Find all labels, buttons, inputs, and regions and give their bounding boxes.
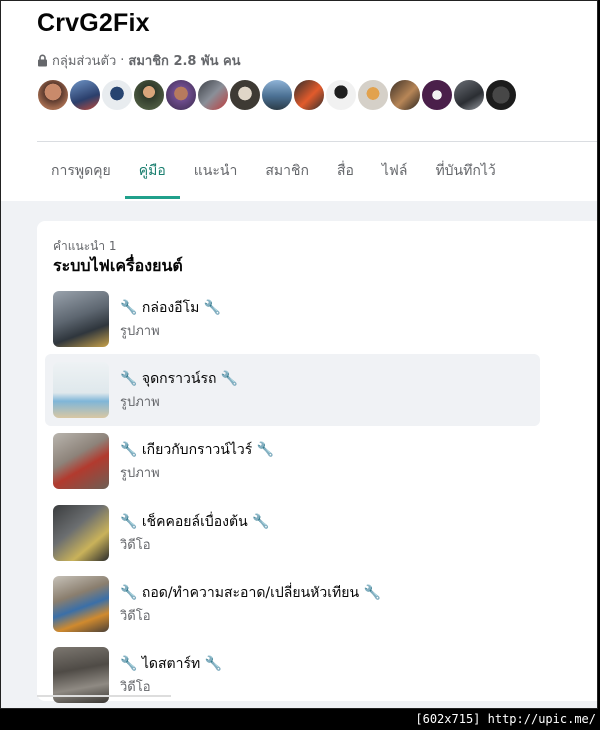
- group-meta: กลุ่มส่วนตัว · สมาชิก 2.8 พัน คน: [37, 50, 241, 71]
- guide-item[interactable]: 🔧 เช็คคอยล์เบื่องต้น 🔧 วิดีโอ: [45, 497, 540, 569]
- privacy-label: กลุ่มส่วนตัว: [52, 54, 117, 69]
- guide-item[interactable]: 🔧 ไดสตาร์ท 🔧 วิดีโอ: [45, 639, 540, 708]
- tab-files[interactable]: ไฟล์: [368, 143, 422, 199]
- guide-item-type: รูปภาพ: [120, 395, 160, 410]
- guide-thumbnail: [53, 433, 109, 489]
- guide-item[interactable]: 🔧 ถอด/ทำความสะอาด/เปลี่ยนหัวเทียน 🔧 วิดี…: [45, 568, 540, 640]
- group-name[interactable]: CrvG2Fix: [37, 9, 150, 38]
- tab-featured[interactable]: แนะนำ: [180, 143, 252, 199]
- app-frame: CrvG2Fix กลุ่มส่วนตัว · สมาชิก 2.8 พัน ค…: [0, 0, 598, 709]
- group-tabs: การพูดคุย คู่มือ แนะนำ สมาชิก สื่อ ไฟล์ …: [37, 143, 510, 199]
- guide-item[interactable]: 🔧 กล่องอีโม 🔧 รูปภาพ: [45, 283, 540, 355]
- guide-item-title: 🔧 เช็คคอยล์เบื่องต้น 🔧: [120, 514, 270, 530]
- avatar[interactable]: [324, 78, 358, 112]
- guide-item-type: รูปภาพ: [120, 324, 160, 339]
- guide-item-title: 🔧 ถอด/ทำความสะอาด/เปลี่ยนหัวเทียน 🔧: [120, 585, 381, 601]
- guide-thumbnail: [53, 576, 109, 632]
- section-title: ระบบไฟเครื่องยนต์: [53, 256, 183, 275]
- guide-item-type: วิดีโอ: [120, 538, 151, 553]
- guide-section: คำแนะนำ 1 ระบบไฟเครื่องยนต์ 🔧 กล่องอีโม …: [37, 221, 597, 703]
- guide-item-title: 🔧 จุดกราวน์รถ 🔧: [120, 371, 239, 387]
- guide-thumbnail: [53, 291, 109, 347]
- meta-separator: ·: [120, 53, 125, 68]
- avatar[interactable]: [388, 78, 422, 112]
- tab-media[interactable]: สื่อ: [323, 143, 368, 199]
- guide-item[interactable]: 🔧 เกียวกับกราวน์ไวร์ 🔧 รูปภาพ: [45, 425, 540, 497]
- guide-item-type: รูปภาพ: [120, 466, 160, 481]
- horizontal-scrollbar[interactable]: [37, 695, 171, 697]
- guide-item-type: วิดีโอ: [120, 680, 151, 695]
- avatar[interactable]: [196, 78, 230, 112]
- avatar[interactable]: [356, 78, 390, 112]
- tab-members[interactable]: สมาชิก: [251, 143, 323, 199]
- guide-item-title: 🔧 กล่องอีโม 🔧: [120, 300, 222, 316]
- member-count[interactable]: สมาชิก 2.8 พัน คน: [128, 50, 240, 71]
- tab-discussion[interactable]: การพูดคุย: [37, 143, 125, 199]
- avatar[interactable]: [420, 78, 454, 112]
- guide-item-title: 🔧 เกียวกับกราวน์ไวร์ 🔧: [120, 442, 275, 458]
- avatar[interactable]: [132, 78, 166, 112]
- avatar[interactable]: [228, 78, 262, 112]
- guide-item-type: วิดีโอ: [120, 609, 151, 624]
- avatar[interactable]: [164, 78, 198, 112]
- avatar[interactable]: [260, 78, 294, 112]
- member-avatars: [36, 78, 518, 112]
- guide-thumbnail: [53, 505, 109, 561]
- image-host-watermark: [602x715] http://upic.me/: [415, 712, 596, 726]
- guide-thumbnail: [53, 362, 109, 418]
- avatar[interactable]: [484, 78, 518, 112]
- avatar[interactable]: [452, 78, 486, 112]
- lock-icon: [38, 54, 47, 67]
- avatar[interactable]: [36, 78, 70, 112]
- avatar[interactable]: [292, 78, 326, 112]
- tab-saved[interactable]: ที่บันทึกไว้: [421, 143, 509, 199]
- group-header: CrvG2Fix กลุ่มส่วนตัว · สมาชิก 2.8 พัน ค…: [1, 1, 597, 201]
- guide-item-title: 🔧 ไดสตาร์ท 🔧: [120, 656, 223, 672]
- avatar[interactable]: [68, 78, 102, 112]
- avatar[interactable]: [100, 78, 134, 112]
- tab-guides[interactable]: คู่มือ: [124, 143, 180, 199]
- header-divider: [37, 141, 597, 142]
- guide-item[interactable]: 🔧 จุดกราวน์รถ 🔧 รูปภาพ: [45, 354, 540, 426]
